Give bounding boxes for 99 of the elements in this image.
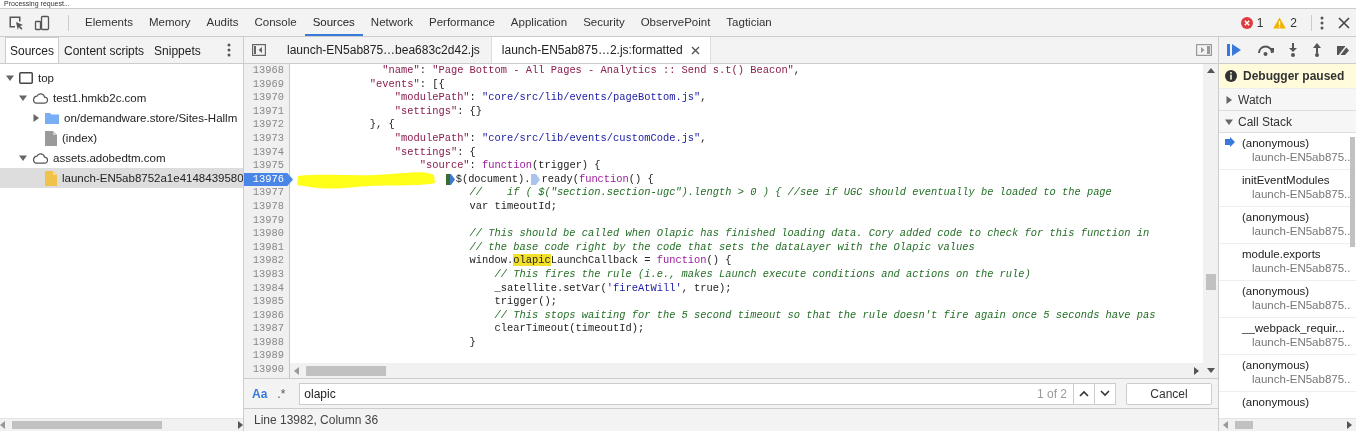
warning-count[interactable]: 2 xyxy=(1290,15,1297,30)
code-line: var timeoutId; xyxy=(469,199,557,214)
file-icon xyxy=(45,170,57,186)
frame-icon xyxy=(19,72,33,84)
search-box[interactable]: olapic 1 of 2 xyxy=(299,382,1116,405)
line-number[interactable]: 13976 xyxy=(244,172,293,187)
panel-tab[interactable]: Snippets xyxy=(149,37,206,63)
disclosure-triangle-icon[interactable] xyxy=(19,94,27,102)
code-line: // This should be called when Olapic has finished loading data. Cory added code to check for this function in xyxy=(469,227,1150,241)
panel-tab[interactable]: ObservePoint xyxy=(632,9,719,36)
cursor-position: Line 13982, Column 36 xyxy=(254,413,379,427)
folder-icon xyxy=(45,112,59,124)
code-line: // This fires the rule (i.e., makes Launch execute conditions and actions on the rule) xyxy=(494,267,1031,282)
cloud-icon xyxy=(32,152,48,164)
code-line: "modulePath": "core/src/lib/events/customCode.js", xyxy=(394,131,707,146)
resume-icon[interactable] xyxy=(1227,43,1243,57)
match-count: 1 of 2 xyxy=(1036,386,1068,401)
code-line: // if ( $("section.section-ugc").length > 0 ) { //see if UGC should eventually be loaded to the page xyxy=(469,186,1112,200)
scrollbar-thumb[interactable] xyxy=(1350,137,1355,247)
code-line: "settings": {} xyxy=(394,104,483,119)
code-line: } xyxy=(469,335,476,350)
close-icon[interactable] xyxy=(1338,16,1350,29)
panel-tab[interactable]: Performance xyxy=(421,9,503,36)
breakpoint-marker-icon[interactable] xyxy=(531,174,541,186)
cancel-button[interactable]: Cancel xyxy=(1126,382,1212,405)
code-line: "name": "Page Bottom - All Pages - Analytics :: Send s.t() Beacon", xyxy=(382,64,801,78)
code-line: clearTimeout(timeoutId); xyxy=(494,322,645,336)
step-over-icon[interactable] xyxy=(1257,44,1274,56)
tree-item[interactable]: top xyxy=(0,68,243,88)
tree-item[interactable]: on/demandware.store/Sites-Hallm xyxy=(0,108,243,128)
scrollbar-thumb[interactable] xyxy=(1205,274,1216,290)
panel-tab[interactable]: Security xyxy=(575,9,633,36)
warning-icon xyxy=(1273,16,1287,29)
code-line: ready(function() { xyxy=(541,172,654,187)
section-header[interactable]: Watch xyxy=(1219,89,1356,111)
panel-tab[interactable]: Console xyxy=(246,9,305,36)
deactivate-breakpoints-icon[interactable] xyxy=(1336,43,1350,57)
file-tab[interactable]: launch-EN5ab875…2.js:formatted xyxy=(490,37,711,63)
code-line: trigger(); xyxy=(494,295,557,309)
tree-item[interactable]: (index) xyxy=(0,128,243,148)
previous-match-icon[interactable] xyxy=(1079,390,1089,397)
code-line: }, { xyxy=(369,118,395,132)
tree-item[interactable]: launch-EN5ab8752a1e4148439580 xyxy=(0,168,243,188)
error-icon xyxy=(1240,16,1253,29)
disclosure-triangle-icon[interactable] xyxy=(32,114,40,122)
regex-toggle[interactable]: .* xyxy=(277,386,286,401)
scroll-down-icon[interactable] xyxy=(1206,368,1215,374)
step-out-icon[interactable] xyxy=(1312,43,1322,57)
scroll-up-icon[interactable] xyxy=(1206,68,1215,74)
panel-tab[interactable]: Elements xyxy=(77,9,141,36)
paused-banner: Debugger paused xyxy=(1219,64,1356,89)
code-line: "settings": { xyxy=(394,145,476,160)
inspect-icon[interactable] xyxy=(8,14,24,31)
panel-tab[interactable]: Tagtician xyxy=(718,9,780,36)
disclosure-triangle-icon[interactable] xyxy=(19,154,27,162)
match-case-toggle[interactable]: Aa xyxy=(252,386,268,401)
panel-tab[interactable]: Content scripts xyxy=(59,37,150,63)
scroll-right-icon[interactable] xyxy=(1193,366,1199,375)
cloud-icon xyxy=(32,92,48,104)
disclosure-triangle-icon[interactable] xyxy=(1225,95,1233,104)
tree-item[interactable]: test1.hmkb2c.com xyxy=(0,88,243,108)
disclosure-triangle-icon[interactable] xyxy=(6,74,14,82)
section-header[interactable]: Call Stack xyxy=(1219,111,1356,133)
more-icon[interactable] xyxy=(227,43,231,57)
file-icon xyxy=(45,130,57,146)
close-icon[interactable] xyxy=(690,45,700,55)
code-line: "modulePath": "core/src/lib/events/pageBottom.js", xyxy=(394,91,707,105)
code-line: window.olapicLaunchCallback = function() { xyxy=(469,254,732,268)
code-line: $(document). xyxy=(455,172,531,187)
call-frame[interactable]: (anonymous) launch-EN5ab875.. xyxy=(1219,281,1356,318)
disclosure-triangle-icon[interactable] xyxy=(1225,117,1233,126)
scrollbar-thumb[interactable] xyxy=(1235,421,1253,429)
code-line: _satellite.setVar('fireAtWill', true); xyxy=(494,281,732,296)
panel-tab[interactable]: Network xyxy=(362,9,421,36)
tree-item[interactable]: assets.adobedtm.com xyxy=(0,148,243,168)
file-tab[interactable]: launch-EN5ab875…bea683c2d42.js xyxy=(276,37,491,63)
device-icon[interactable] xyxy=(34,14,50,31)
next-match-icon[interactable] xyxy=(1100,390,1110,397)
toggle-debugger-icon[interactable] xyxy=(1196,44,1212,56)
code-line: // the base code right by the code that sets the dataLayer with the Olapic values xyxy=(469,240,975,255)
call-frame[interactable]: (anonymous) launch-EN5ab875.. xyxy=(1219,355,1356,392)
scrollbar-thumb[interactable] xyxy=(306,365,386,376)
panel-tab[interactable]: Sources xyxy=(5,37,60,63)
step-into-icon[interactable] xyxy=(1288,43,1298,57)
error-count[interactable]: 1 xyxy=(1256,15,1264,30)
code-line: "source": function(trigger) { xyxy=(419,159,601,173)
breakpoint-marker-icon[interactable] xyxy=(445,174,455,186)
toggle-navigator-icon[interactable] xyxy=(252,44,266,56)
scrollbar-thumb[interactable] xyxy=(12,421,162,429)
code-line: "events": [{ xyxy=(369,77,445,92)
panel-tab[interactable]: Audits xyxy=(198,9,247,36)
search-field[interactable]: olapic xyxy=(300,384,1037,403)
scroll-right-icon[interactable] xyxy=(1346,421,1352,429)
more-icon[interactable] xyxy=(1320,15,1324,30)
call-frame[interactable]: __webpack_requir... launch-EN5ab875.. xyxy=(1219,318,1356,355)
panel-tab[interactable]: Memory xyxy=(140,9,199,36)
code-line: // This stops waiting for the 5 second timeout so that the rule doesn't fire again once 5 seconds have pas xyxy=(494,308,1156,323)
panel-tab[interactable]: Application xyxy=(502,9,576,36)
info-icon xyxy=(1225,70,1237,82)
